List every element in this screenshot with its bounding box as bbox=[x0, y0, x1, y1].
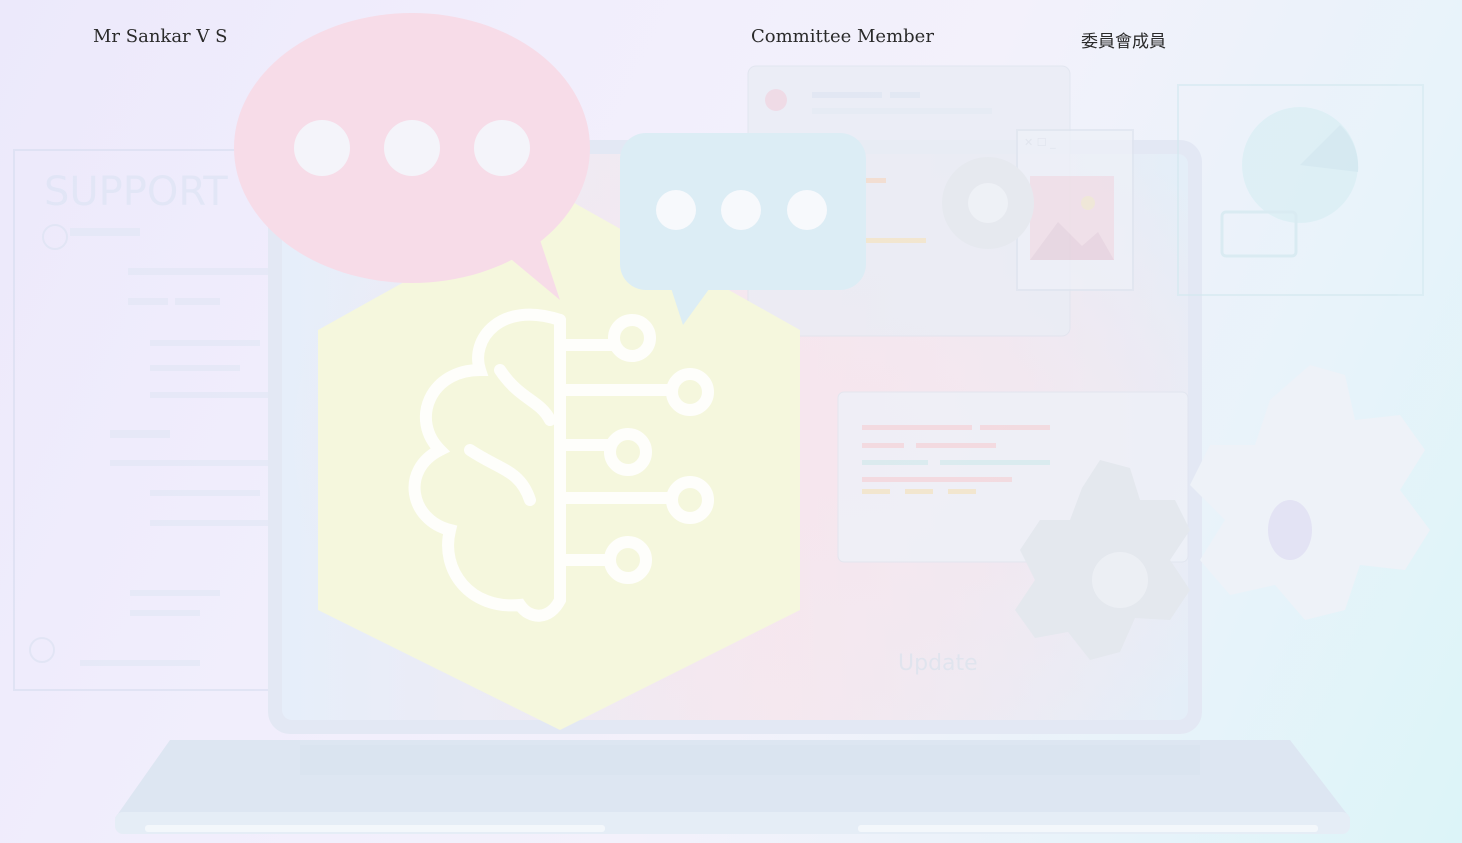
update-label: Update bbox=[898, 651, 978, 676]
right-hud-panel bbox=[1177, 84, 1424, 296]
background-illustration: SUPPORT Update ✕ ☐ _ bbox=[13, 13, 1430, 834]
gear-icon bbox=[1190, 365, 1430, 620]
image-window-icon: ✕ ☐ _ bbox=[1016, 129, 1134, 291]
member-role-chinese: 委員會成員 bbox=[1081, 32, 1166, 52]
gear-icon bbox=[942, 157, 1034, 249]
member-role-english: Committee Member bbox=[751, 26, 934, 47]
svg-text:✕ ☐ _: ✕ ☐ _ bbox=[1024, 136, 1056, 149]
support-label: SUPPORT bbox=[44, 169, 228, 215]
support-panel: SUPPORT bbox=[13, 149, 290, 691]
member-name: Mr Sankar V S bbox=[93, 26, 228, 47]
